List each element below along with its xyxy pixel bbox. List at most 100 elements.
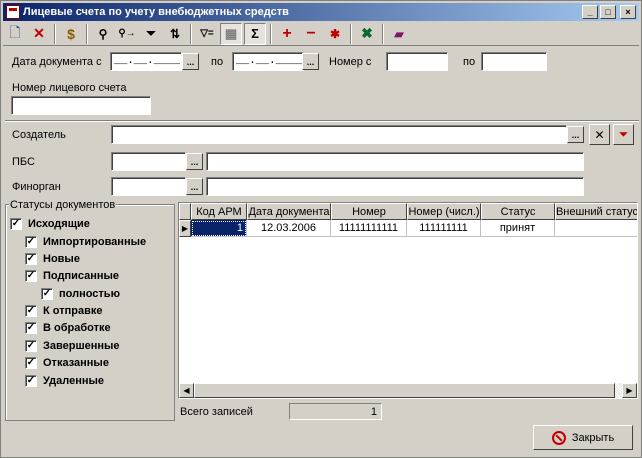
- horizontal-scrollbar[interactable]: ◀ ▶: [179, 383, 637, 398]
- date-to-label: по: [211, 56, 224, 68]
- number-from-input[interactable]: [386, 52, 448, 71]
- minimize-button[interactable]: _: [582, 5, 598, 19]
- date-from-input[interactable]: __.__.____: [110, 52, 182, 71]
- checkbox[interactable]: ✓: [10, 218, 22, 230]
- status-imported[interactable]: ✓ Импортированные: [25, 236, 146, 248]
- toolbar: 🗋 ✕ $ ⚲ ⚲→ ⏷ ⇅ ▽= ▦ Σ + − ✱ ✖ ▰: [3, 22, 639, 46]
- close-button[interactable]: Закрыть: [533, 425, 633, 450]
- toolbar-separator: [54, 23, 56, 44]
- clear-filter-button[interactable]: ⏷: [613, 124, 634, 145]
- new-document-icon[interactable]: 🗋: [4, 23, 26, 45]
- remove-icon[interactable]: −: [300, 23, 322, 45]
- asterisk-icon[interactable]: ✱: [324, 23, 346, 45]
- creator-input[interactable]: [111, 125, 567, 144]
- status-new[interactable]: ✓ Новые: [25, 253, 80, 265]
- account-input[interactable]: [11, 96, 151, 115]
- cell-number[interactable]: 11111111111: [331, 220, 407, 237]
- status-deleted[interactable]: ✓ Удаленные: [25, 375, 104, 387]
- title-bar[interactable]: Лицевые счета по учету внебюджетных сред…: [3, 3, 639, 21]
- grid-settings-icon[interactable]: ▦: [220, 22, 242, 45]
- date-to-input[interactable]: __.__.____: [232, 52, 304, 71]
- excel-export-icon[interactable]: ✖: [356, 23, 378, 45]
- checkbox-label: К отправке: [43, 305, 103, 317]
- checkbox[interactable]: ✓: [25, 357, 37, 369]
- pbs-name-input[interactable]: [206, 152, 584, 171]
- number-to-label: по: [463, 56, 476, 68]
- checkbox-label: Завершенные: [43, 340, 120, 352]
- column-header-doc-date[interactable]: Дата документа: [247, 203, 331, 220]
- status-outgoing[interactable]: ✓ Исходящие: [10, 218, 90, 230]
- pbs-select-button[interactable]: ...: [186, 153, 203, 170]
- close-window-button[interactable]: ×: [620, 5, 636, 19]
- checkbox[interactable]: ✓: [25, 236, 37, 248]
- account-label: Номер лицевого счета: [12, 82, 127, 94]
- total-records-value: 1: [289, 403, 382, 420]
- scroll-thumb[interactable]: [194, 383, 615, 398]
- toolbar-separator: [350, 23, 352, 44]
- date-to-picker-button[interactable]: ...: [302, 53, 319, 70]
- checkbox[interactable]: ✓: [25, 253, 37, 265]
- book-icon[interactable]: ▰: [388, 23, 410, 45]
- status-to-send[interactable]: ✓ К отправке: [25, 305, 102, 317]
- pbs-label: ПБС: [12, 156, 35, 168]
- checkbox[interactable]: ✓: [25, 322, 37, 334]
- cell-number-numeric[interactable]: 111111111: [407, 220, 481, 237]
- column-header-external-status[interactable]: Внешний статус: [555, 203, 637, 220]
- status-signed-fully[interactable]: ✓ полностью: [41, 288, 120, 300]
- date-from-label: Дата документа с: [12, 56, 102, 68]
- scroll-right-icon[interactable]: ▶: [622, 383, 637, 398]
- date-from-picker-button[interactable]: ...: [182, 53, 199, 70]
- finorgan-code-input[interactable]: [111, 177, 186, 196]
- stop-icon: [551, 430, 566, 445]
- checkbox-label: Новые: [43, 253, 80, 265]
- finorgan-select-button[interactable]: ...: [186, 178, 203, 195]
- column-header-arm-code[interactable]: Код АРМ: [191, 203, 247, 220]
- documents-grid[interactable]: Код АРМ Дата документа Номер Номер (числ…: [178, 202, 638, 399]
- cell-status[interactable]: принят: [481, 220, 555, 237]
- status-processing[interactable]: ✓ В обработке: [25, 322, 111, 334]
- app-icon: [6, 5, 20, 19]
- checkbox-label: Импортированные: [43, 236, 147, 248]
- sort-icon[interactable]: ⇅: [164, 23, 186, 45]
- maximize-button[interactable]: □: [600, 5, 616, 19]
- add-icon[interactable]: +: [276, 23, 298, 45]
- status-completed[interactable]: ✓ Завершенные: [25, 340, 120, 352]
- finorgan-name-input[interactable]: [206, 177, 584, 196]
- money-icon[interactable]: $: [60, 23, 82, 45]
- checkbox[interactable]: ✓: [25, 340, 37, 352]
- checkbox[interactable]: ✓: [25, 305, 37, 317]
- checkbox-label: В обработке: [43, 322, 111, 334]
- filter-settings-icon[interactable]: ▽=: [196, 23, 218, 45]
- filter-icon[interactable]: ⏷: [140, 23, 162, 45]
- checkbox-label: Удаленные: [43, 375, 105, 387]
- scroll-left-icon[interactable]: ◀: [179, 383, 194, 398]
- table-row[interactable]: ▶ 1 12.03.2006 11111111111 111111111 при…: [179, 220, 637, 237]
- cell-external-status[interactable]: [555, 220, 637, 237]
- number-to-input[interactable]: [481, 52, 547, 71]
- delete-icon[interactable]: ✕: [28, 23, 50, 45]
- creator-select-button[interactable]: ...: [567, 126, 584, 143]
- checkbox[interactable]: ✓: [41, 288, 53, 300]
- clear-icon: ✕: [594, 127, 605, 142]
- checkbox[interactable]: ✓: [25, 375, 37, 387]
- column-header-number-numeric[interactable]: Номер (числ.): [407, 203, 481, 220]
- cell-doc-date[interactable]: 12.03.2006: [247, 220, 331, 237]
- divider: [5, 120, 639, 122]
- scroll-track[interactable]: [194, 383, 622, 398]
- find-next-icon[interactable]: ⚲→: [116, 23, 138, 45]
- pbs-code-input[interactable]: [111, 152, 186, 171]
- close-button-label: Закрыть: [571, 431, 615, 444]
- column-header-status[interactable]: Статус: [481, 203, 555, 220]
- status-rejected[interactable]: ✓ Отказанные: [25, 357, 109, 369]
- column-header-number[interactable]: Номер: [331, 203, 407, 220]
- finorgan-label: Финорган: [12, 181, 61, 193]
- status-group-title: Статусы документов: [9, 199, 117, 211]
- status-signed[interactable]: ✓ Подписанные: [25, 270, 119, 282]
- checkbox[interactable]: ✓: [25, 270, 37, 282]
- checkbox-label: Подписанные: [43, 270, 120, 282]
- row-indicator-icon: ▶: [179, 220, 191, 237]
- cell-arm-code[interactable]: 1: [191, 220, 247, 237]
- clear-creator-button[interactable]: ✕: [589, 124, 610, 145]
- find-icon[interactable]: ⚲: [92, 23, 114, 45]
- sum-icon[interactable]: Σ: [244, 22, 266, 45]
